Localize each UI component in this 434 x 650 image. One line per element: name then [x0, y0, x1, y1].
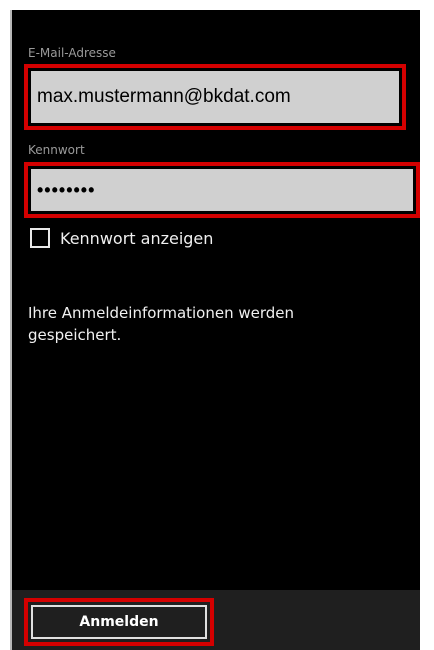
password-label: Kennwort — [28, 143, 85, 157]
email-highlight: max.mustermann@bkdat.com — [24, 64, 406, 130]
app-bar: Anmelden — [12, 590, 420, 650]
show-password-checkbox-row[interactable]: Kennwort anzeigen — [30, 228, 213, 248]
signin-button[interactable]: Anmelden — [31, 605, 207, 639]
email-label: E-Mail-Adresse — [28, 46, 116, 60]
login-screen: E-Mail-Adresse max.mustermann@bkdat.com … — [10, 10, 420, 650]
show-password-checkbox[interactable] — [30, 228, 50, 248]
credentials-info-text: Ihre Anmeldeinformationen werden gespeic… — [28, 304, 295, 344]
password-highlight: •••••••• — [24, 162, 420, 218]
signin-highlight: Anmelden — [24, 598, 214, 646]
password-field[interactable]: •••••••• — [31, 169, 413, 211]
show-password-label[interactable]: Kennwort anzeigen — [60, 229, 213, 248]
email-field[interactable]: max.mustermann@bkdat.com — [31, 71, 399, 123]
